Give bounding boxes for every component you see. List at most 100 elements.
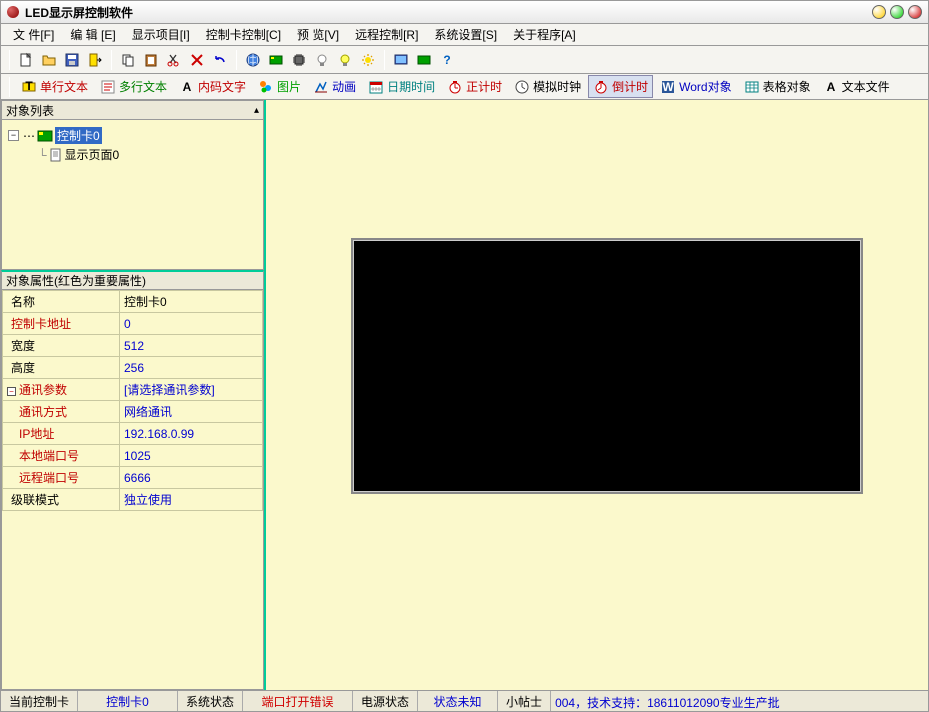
- new-button[interactable]: [15, 49, 37, 71]
- property-name: IP地址: [3, 423, 120, 445]
- property-name: −通讯参数: [3, 379, 120, 401]
- property-value[interactable]: [请选择通讯参数]: [120, 379, 263, 401]
- property-row[interactable]: 控制卡地址0: [3, 313, 263, 335]
- tree-root-node[interactable]: − ⋯ 控制卡0: [8, 126, 257, 145]
- property-row[interactable]: 名称控制卡0: [3, 291, 263, 313]
- window-title: LED显示屏控制软件: [25, 4, 872, 21]
- property-row[interactable]: 宽度512: [3, 335, 263, 357]
- titlebar: LED显示屏控制软件: [0, 0, 929, 24]
- properties-grid[interactable]: 名称控制卡0控制卡地址0宽度512高度256−通讯参数[请选择通讯参数]通讯方式…: [1, 290, 264, 690]
- tree-panel-title: 对象列表: [6, 102, 54, 119]
- tree-child-label: 显示页面0: [65, 146, 120, 163]
- undo-button[interactable]: [209, 49, 231, 71]
- property-value[interactable]: 6666: [120, 467, 263, 489]
- props-panel-title: 对象属性(红色为重要属性): [6, 272, 146, 289]
- maximize-button[interactable]: [890, 5, 904, 19]
- countdown-icon: [593, 79, 609, 95]
- word-item[interactable]: WWord对象: [655, 75, 736, 98]
- status-sys-value: 端口打开错误: [243, 691, 353, 711]
- single-line-text-item[interactable]: T 单行文本: [16, 75, 93, 98]
- property-value[interactable]: 1025: [120, 445, 263, 467]
- image-item[interactable]: 图片: [253, 75, 306, 98]
- menu-settings[interactable]: 系统设置[S]: [426, 24, 505, 45]
- tree-panel-header: 对象列表 ▴: [1, 100, 264, 120]
- menu-file[interactable]: 文 件[F]: [5, 24, 62, 45]
- property-value[interactable]: 独立使用: [120, 489, 263, 511]
- property-row[interactable]: 级联模式独立使用: [3, 489, 263, 511]
- delete-button[interactable]: [186, 49, 208, 71]
- card-icon: [37, 130, 53, 142]
- menu-display[interactable]: 显示项目[I]: [124, 24, 198, 45]
- copy-button[interactable]: [117, 49, 139, 71]
- led-preview[interactable]: [351, 238, 863, 494]
- item-label: 动画: [332, 78, 356, 95]
- menu-control[interactable]: 控制卡控制[C]: [198, 24, 289, 45]
- property-name: 控制卡地址: [3, 313, 120, 335]
- save-button[interactable]: [61, 49, 83, 71]
- property-row[interactable]: 高度256: [3, 357, 263, 379]
- property-name: 本地端口号: [3, 445, 120, 467]
- preview-button[interactable]: [390, 49, 412, 71]
- open-button[interactable]: [38, 49, 60, 71]
- object-tree[interactable]: − ⋯ 控制卡0 └ 显示页面0: [1, 120, 264, 270]
- svg-text:T: T: [25, 79, 33, 93]
- cut-button[interactable]: [163, 49, 185, 71]
- paste-button[interactable]: [140, 49, 162, 71]
- menu-remote[interactable]: 远程控制[R]: [347, 24, 426, 45]
- property-name: 宽度: [3, 335, 120, 357]
- main-area: 对象列表 ▴ − ⋯ 控制卡0 └ 显示页面0 对象属性(红色为重要属性) 名称…: [0, 100, 929, 690]
- send-button[interactable]: [242, 49, 264, 71]
- card-button[interactable]: [265, 49, 287, 71]
- status-power-value: 状态未知: [418, 691, 498, 711]
- property-value[interactable]: 0: [120, 313, 263, 335]
- app-icon: [7, 6, 19, 18]
- minimize-button[interactable]: [872, 5, 886, 19]
- property-value[interactable]: 512: [120, 335, 263, 357]
- help-button[interactable]: ?: [436, 49, 458, 71]
- property-name: 远程端口号: [3, 467, 120, 489]
- exit-button[interactable]: [84, 49, 106, 71]
- menu-preview[interactable]: 预 览[V]: [289, 24, 347, 45]
- property-value[interactable]: 256: [120, 357, 263, 379]
- timer-item[interactable]: 正计时: [442, 75, 507, 98]
- multi-line-text-item[interactable]: 多行文本: [95, 75, 172, 98]
- menu-about[interactable]: 关于程序[A]: [505, 24, 584, 45]
- collapse-icon[interactable]: ▴: [254, 105, 259, 116]
- brightness-button[interactable]: [357, 49, 379, 71]
- property-row[interactable]: 本地端口号1025: [3, 445, 263, 467]
- bulb-off-button[interactable]: [311, 49, 333, 71]
- item-label: 图片: [277, 78, 301, 95]
- property-row[interactable]: −通讯参数[请选择通讯参数]: [3, 379, 263, 401]
- property-row[interactable]: IP地址192.168.0.99: [3, 423, 263, 445]
- property-row[interactable]: 通讯方式网络通讯: [3, 401, 263, 423]
- chip-button[interactable]: [288, 49, 310, 71]
- screen-button[interactable]: [413, 49, 435, 71]
- table-item[interactable]: 表格对象: [739, 75, 816, 98]
- menu-edit[interactable]: 编 辑 [E]: [62, 24, 123, 45]
- property-value[interactable]: 网络通讯: [120, 401, 263, 423]
- code-text-item[interactable]: A内码文字: [174, 75, 251, 98]
- property-row[interactable]: 远程端口号6666: [3, 467, 263, 489]
- property-value[interactable]: 192.168.0.99: [120, 423, 263, 445]
- close-button[interactable]: [908, 5, 922, 19]
- animation-item[interactable]: 动画: [308, 75, 361, 98]
- expander-icon[interactable]: −: [8, 130, 19, 141]
- clock-item[interactable]: 模拟时钟: [509, 75, 586, 98]
- group-expander-icon[interactable]: −: [7, 387, 16, 396]
- countdown-item[interactable]: 倒计时: [588, 75, 653, 98]
- item-label: 文本文件: [842, 78, 890, 95]
- property-value[interactable]: 控制卡0: [120, 291, 263, 313]
- item-label: Word对象: [679, 78, 731, 95]
- svg-text:A: A: [183, 80, 192, 94]
- word-icon: W: [660, 79, 676, 95]
- datetime-item[interactable]: 日期时间: [363, 75, 440, 98]
- tree-child-node[interactable]: └ 显示页面0: [8, 145, 257, 164]
- datetime-icon: [368, 79, 384, 95]
- item-label: 表格对象: [763, 78, 811, 95]
- canvas-area[interactable]: [266, 100, 928, 690]
- bulb-on-button[interactable]: [334, 49, 356, 71]
- item-label: 单行文本: [40, 78, 88, 95]
- textfile-item[interactable]: A文本文件: [818, 75, 895, 98]
- textfile-icon: A: [823, 79, 839, 95]
- left-panel: 对象列表 ▴ − ⋯ 控制卡0 └ 显示页面0 对象属性(红色为重要属性) 名称…: [1, 100, 266, 690]
